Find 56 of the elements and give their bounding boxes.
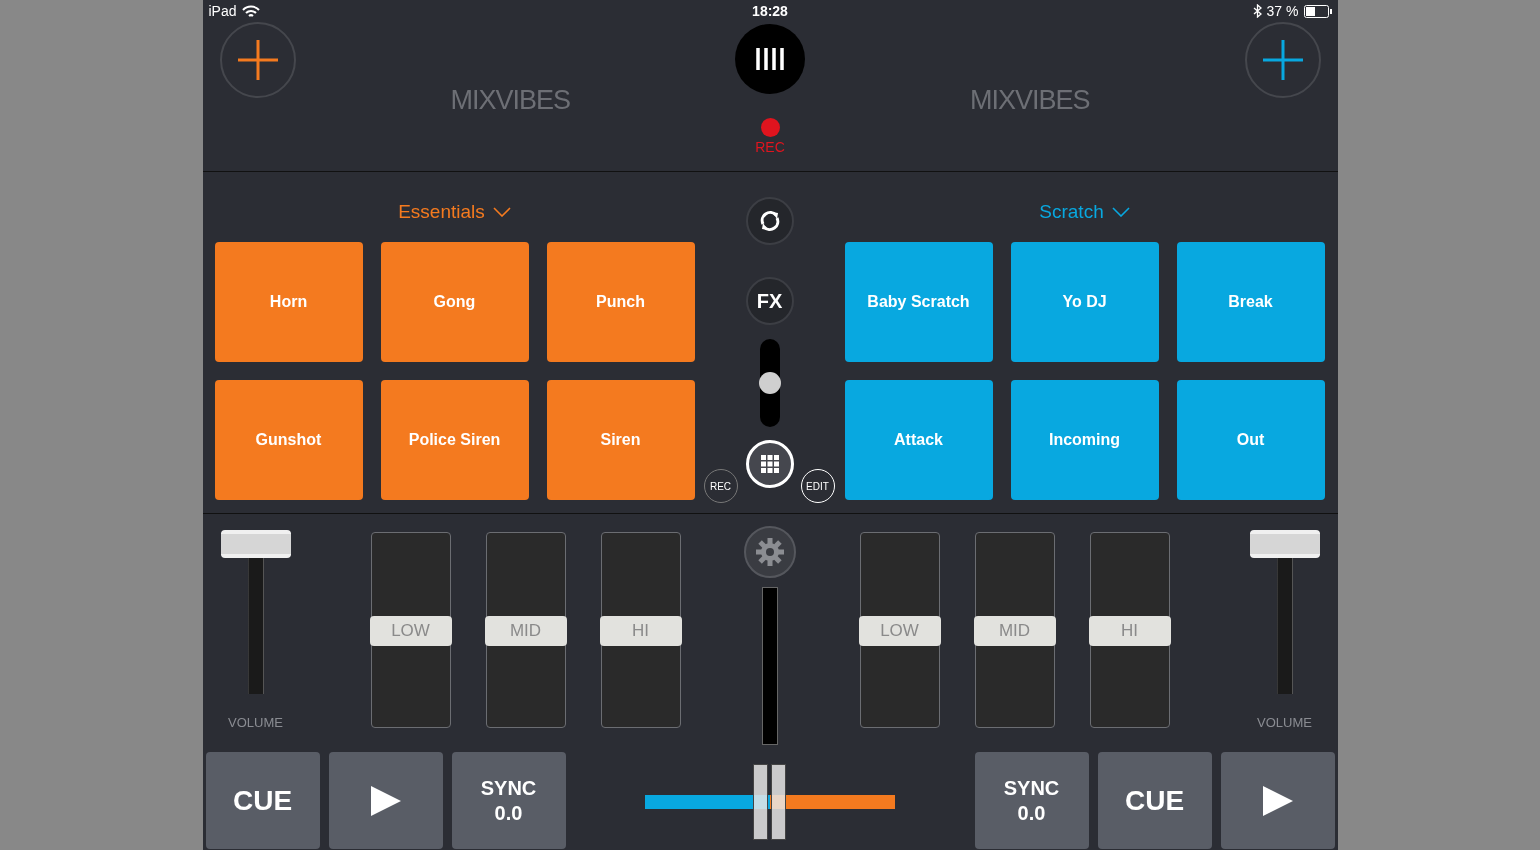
eq-fader-knob[interactable]: LOW [369, 616, 452, 646]
eq-fader-knob[interactable]: HI [1088, 616, 1171, 646]
record-label: REC [755, 138, 785, 157]
sample-pad[interactable]: Yo DJ [1010, 242, 1159, 362]
loop-button[interactable] [745, 197, 794, 245]
chevron-down-icon [492, 207, 511, 217]
chevron-down-icon [1111, 207, 1130, 217]
sample-bank-title[interactable]: Essentials [398, 197, 485, 227]
add-track-button[interactable] [1244, 22, 1321, 98]
sample-pad[interactable]: Break [1176, 242, 1325, 362]
fx-button[interactable]: FX [745, 277, 794, 325]
eq-fader-knob[interactable]: LOW [858, 616, 941, 646]
device-name: iPad [208, 1, 237, 21]
add-track-button[interactable] [219, 22, 296, 98]
vertical-bars-icon [756, 48, 784, 70]
play-icon [1262, 785, 1293, 816]
sampler-grid-button[interactable] [745, 440, 794, 488]
battery-icon [1303, 4, 1332, 18]
brand-logo: MIXVIBES [969, 84, 1090, 117]
sample-pad[interactable]: Incoming [1010, 380, 1159, 500]
plus-icon [1262, 40, 1303, 80]
eq-fader-knob[interactable]: HI [599, 616, 682, 646]
sync-button[interactable]: SYNC 0.0 [451, 752, 566, 849]
sample-pad[interactable]: Horn [214, 242, 363, 362]
grid-icon [760, 455, 779, 473]
sample-pad[interactable]: Baby Scratch [844, 242, 993, 362]
volume-fader-thumb[interactable] [1249, 530, 1320, 558]
eq-fader-knob[interactable]: MID [484, 616, 567, 646]
fx-slider-thumb[interactable] [758, 372, 781, 394]
battery-percent: 37 % [1266, 1, 1299, 21]
volume-fader-thumb[interactable] [220, 530, 291, 558]
sync-button[interactable]: SYNC 0.0 [974, 752, 1089, 849]
cue-button[interactable]: CUE [205, 752, 320, 849]
crossfader-thumb[interactable] [753, 764, 787, 840]
plus-icon [237, 40, 278, 80]
sample-pad[interactable]: Gong [380, 242, 529, 362]
brand-logo: MIXVIBES [450, 84, 571, 117]
play-button[interactable] [328, 752, 443, 849]
wifi-icon [241, 4, 260, 18]
eq-fader-knob[interactable]: MID [973, 616, 1056, 646]
sample-pad[interactable]: Out [1176, 380, 1325, 500]
sample-pad[interactable]: Gunshot [214, 380, 363, 500]
cue-button[interactable]: CUE [1097, 752, 1212, 849]
clock-time: 18:28 [752, 1, 788, 21]
settings-icon [756, 538, 784, 566]
sample-pad[interactable]: Siren [546, 380, 695, 500]
play-icon [370, 785, 401, 816]
volume-label: VOLUME [1257, 714, 1312, 732]
sample-bank-title[interactable]: Scratch [1039, 197, 1104, 227]
settings-button[interactable] [744, 526, 796, 578]
sample-pad[interactable]: Punch [546, 242, 695, 362]
bluetooth-icon [1252, 4, 1262, 18]
sample-pad[interactable]: Police Siren [380, 380, 529, 500]
play-button[interactable] [1220, 752, 1335, 849]
volume-label: VOLUME [228, 714, 283, 732]
sample-pad[interactable]: Attack [844, 380, 993, 500]
